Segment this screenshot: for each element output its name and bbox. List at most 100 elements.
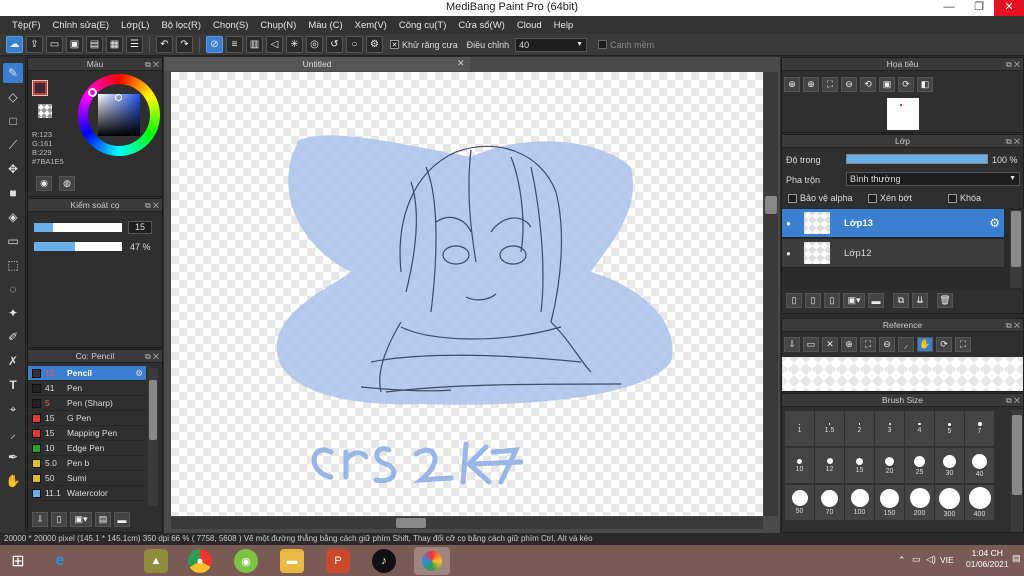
folder-icon[interactable]: ▬ bbox=[868, 293, 884, 308]
palette-icon[interactable]: ◉ bbox=[36, 176, 52, 191]
layer-item[interactable]: ● Lớp12 bbox=[782, 239, 1004, 268]
gear-icon[interactable]: ⚙ bbox=[135, 368, 143, 379]
minimize-button[interactable]: — bbox=[934, 0, 964, 16]
network-icon[interactable]: ▭ bbox=[912, 554, 921, 565]
eyedropper-icon[interactable]: ⸝ bbox=[3, 423, 23, 443]
comment-icon[interactable]: ▭ bbox=[46, 36, 63, 53]
zoom-out-icon[interactable]: ⊖ bbox=[879, 337, 895, 352]
rotate-icon[interactable]: ⟳ bbox=[936, 337, 952, 352]
detach-icon[interactable]: ⧉ ✕ bbox=[145, 199, 159, 212]
brush-item[interactable]: 41 Pen bbox=[28, 381, 146, 396]
add-brush-icon[interactable]: ▣▾ bbox=[70, 512, 92, 527]
primary-color-swatch[interactable] bbox=[32, 80, 48, 96]
detach-icon[interactable]: ⧉ ✕ bbox=[1006, 394, 1020, 407]
menu-select[interactable]: Chọn(S) bbox=[207, 20, 254, 31]
actual-size-icon[interactable]: ▣ bbox=[879, 77, 895, 92]
clipping-toggle[interactable]: Xén bớt bbox=[868, 193, 912, 203]
color-set-icon[interactable]: ◍ bbox=[59, 176, 75, 191]
menu-window[interactable]: Cửa sổ(W) bbox=[452, 20, 510, 31]
gradient-tool-icon[interactable]: ▭ bbox=[3, 231, 23, 251]
list-doc-icon[interactable]: ☰ bbox=[126, 36, 143, 53]
upload-icon[interactable]: ⇪ bbox=[26, 36, 43, 53]
scrollbar-thumb[interactable] bbox=[1011, 211, 1021, 267]
eyedropper-icon[interactable]: ⸝ bbox=[898, 337, 914, 352]
radial-snap-icon[interactable]: ✳ bbox=[286, 36, 303, 53]
brush-item[interactable]: 5.0 Pen b bbox=[28, 456, 146, 471]
menu-view[interactable]: Xem(V) bbox=[349, 20, 393, 31]
drawing-canvas[interactable] bbox=[171, 72, 763, 516]
cloud-download-icon[interactable]: ⇩ bbox=[784, 337, 800, 352]
eye-icon[interactable]: ● bbox=[786, 249, 796, 258]
scrollbar-thumb[interactable] bbox=[1012, 415, 1022, 495]
detach-icon[interactable]: ⧉ ✕ bbox=[145, 58, 159, 71]
adjust-select[interactable]: 40 ▼ bbox=[515, 37, 588, 52]
brush-size-scrollbar[interactable] bbox=[1011, 410, 1023, 532]
opacity-slider[interactable] bbox=[34, 242, 122, 251]
brush-size-option[interactable]: 300 bbox=[935, 485, 964, 520]
duplicate-layer-icon[interactable]: ⧉ bbox=[893, 293, 909, 308]
new-brush-icon[interactable]: ▯ bbox=[51, 512, 67, 527]
brush-item[interactable]: 50 Sumi bbox=[28, 471, 146, 486]
vertical-scroll-thumb[interactable] bbox=[765, 196, 777, 214]
reference-canvas[interactable] bbox=[782, 357, 1023, 391]
brush-size-option[interactable]: 15 bbox=[845, 448, 874, 483]
layer-opacity-slider[interactable] bbox=[846, 154, 988, 164]
zoom-out-icon[interactable]: ⊖ bbox=[841, 77, 857, 92]
brush-item[interactable]: 5 Pen (Sharp) bbox=[28, 396, 146, 411]
detach-icon[interactable]: ⧉ ✕ bbox=[1006, 58, 1020, 71]
detach-icon[interactable]: ⧉ ✕ bbox=[145, 350, 159, 363]
merge-layer-icon[interactable]: ⇊ bbox=[912, 293, 928, 308]
internet-explorer-icon[interactable]: e bbox=[48, 549, 72, 573]
canvas-horizontal-scrollbar[interactable] bbox=[171, 517, 763, 529]
new-halftone-layer-icon[interactable]: ▯ bbox=[805, 293, 821, 308]
circle-snap-icon[interactable]: ○ bbox=[346, 36, 363, 53]
new-8bit-layer-icon[interactable]: ▯ bbox=[824, 293, 840, 308]
eye-icon[interactable]: ● bbox=[786, 219, 796, 228]
detach-icon[interactable]: ⧉ ✕ bbox=[1006, 319, 1020, 332]
size-slider[interactable] bbox=[34, 223, 122, 232]
brush-size-option[interactable]: 2 bbox=[845, 411, 874, 446]
grid-doc-icon[interactable]: ▦ bbox=[106, 36, 123, 53]
cross-snap-icon[interactable]: ▥ bbox=[246, 36, 263, 53]
menu-file[interactable]: Tệp(F) bbox=[6, 20, 47, 31]
maximize-button[interactable]: ❐ bbox=[964, 0, 994, 16]
size-value[interactable]: 15 bbox=[128, 221, 152, 234]
document-icon[interactable]: ▤ bbox=[86, 36, 103, 53]
brush-size-option[interactable]: 100 bbox=[845, 485, 874, 520]
transparent-color-swatch[interactable] bbox=[38, 104, 52, 118]
canvas-vertical-scrollbar[interactable] bbox=[764, 72, 778, 516]
rotate-left-icon[interactable]: ⟲ bbox=[860, 77, 876, 92]
layer-scrollbar[interactable] bbox=[1010, 210, 1022, 288]
chat-icon[interactable]: ▣ bbox=[66, 36, 83, 53]
brush-size-option[interactable]: 1.5 bbox=[815, 411, 844, 446]
medibang-taskbar-icon[interactable] bbox=[414, 547, 450, 575]
text-tool-icon[interactable]: T bbox=[3, 375, 23, 395]
lasso-brush-icon[interactable]: ⟋ bbox=[3, 135, 23, 155]
trash-icon[interactable]: 🗑 bbox=[937, 293, 953, 308]
pen-tool-icon[interactable]: ✒ bbox=[3, 447, 23, 467]
brush-size-option[interactable]: 40 bbox=[965, 448, 994, 483]
menu-cloud[interactable]: Cloud bbox=[511, 20, 548, 31]
menu-tools[interactable]: Công cụ(T) bbox=[393, 20, 453, 31]
horizontal-scroll-thumb[interactable] bbox=[396, 518, 426, 528]
protect-alpha-checkbox[interactable] bbox=[788, 193, 797, 203]
protect-alpha-toggle[interactable]: Bảo vệ alpha bbox=[788, 193, 853, 203]
select-pen-icon[interactable]: ✐ bbox=[3, 327, 23, 347]
brush-item-pencil[interactable]: 15 Pencil ⚙ bbox=[28, 366, 146, 381]
fullscreen-icon[interactable]: ⛶ bbox=[955, 337, 971, 352]
brush-settings-icon[interactable]: ▤ bbox=[95, 512, 111, 527]
undo-icon[interactable]: ↶ bbox=[156, 36, 173, 53]
close-icon[interactable]: ✕ bbox=[457, 58, 465, 69]
gear-icon[interactable]: ⚙ bbox=[989, 216, 1000, 230]
close-button[interactable]: ✕ bbox=[994, 0, 1024, 16]
file-explorer-icon[interactable]: ▬ bbox=[280, 549, 304, 573]
language-indicator[interactable]: VIE bbox=[940, 555, 954, 565]
powerpoint-icon[interactable]: P bbox=[326, 549, 350, 573]
app-icon[interactable]: ◉ bbox=[234, 549, 258, 573]
flip-icon[interactable]: ◧ bbox=[917, 77, 933, 92]
brush-item[interactable]: 15 Mapping Pen bbox=[28, 426, 146, 441]
brush-item[interactable]: 11.1 Watercolor bbox=[28, 486, 146, 501]
divide-tool-icon[interactable]: ⌖ bbox=[3, 399, 23, 419]
brush-size-option[interactable]: 10 bbox=[785, 448, 814, 483]
lock-toggle[interactable]: Khóa bbox=[948, 193, 981, 203]
